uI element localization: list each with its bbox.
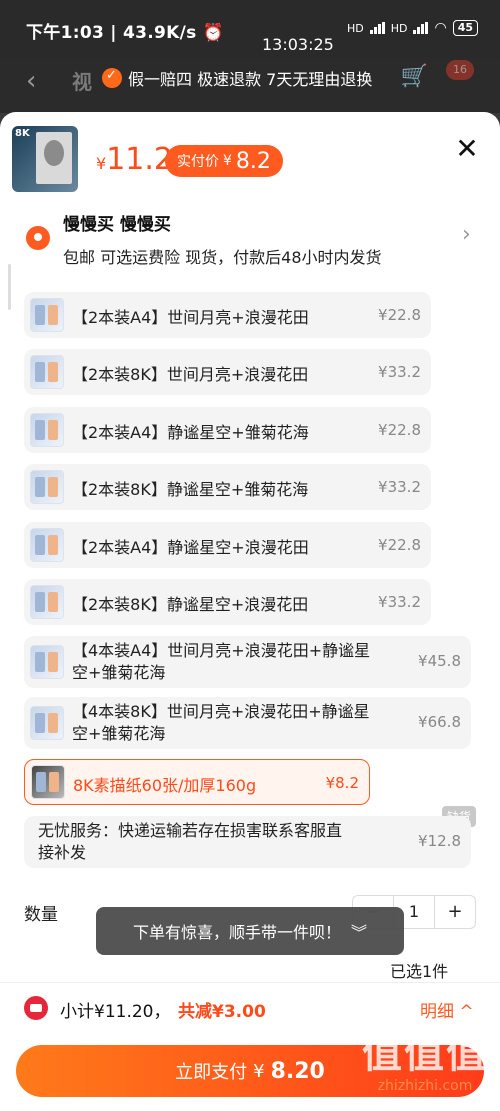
original-price: ¥11.2 (96, 142, 173, 177)
service-option[interactable]: 无忧服务：快递运输若存在损害联系客服直接补发 ¥12.8 (24, 816, 471, 868)
option-thumbnail (30, 413, 64, 447)
sku-option[interactable]: 【2本装8K】静谧星空+浪漫花田 ¥33.2 (24, 579, 431, 625)
product-thumbnail[interactable]: 8K (12, 126, 78, 192)
option-thumbnail (31, 765, 65, 799)
option-thumbnail (30, 645, 64, 679)
shield-check-icon (102, 68, 122, 88)
background-title: 视 (72, 70, 92, 94)
site-watermark: 值值值 zhizhizhi.com (362, 1031, 488, 1094)
back-icon[interactable]: ‹ (26, 66, 36, 96)
sku-option[interactable]: 【2本装A4】静谧星空+雏菊花海 ¥22.8 (24, 407, 431, 453)
guarantee-banner: 假一赔四 极速退款 7天无理由退换 (102, 66, 372, 90)
shipping-info: 包邮 可选运费险 现货，付款后48小时内发货 (63, 248, 382, 267)
selected-count: 已选1件 (390, 962, 449, 981)
sku-option[interactable]: 【2本装A4】静谧星空+浪漫花田 ¥22.8 (24, 522, 431, 568)
address-name: 慢慢买 慢慢买 (63, 215, 171, 235)
hd-label: HD (346, 21, 364, 35)
status-bar: 下午1:03 | 43.9K/s ⏰ 13:03:25 HD HD ◠ 45 (0, 0, 500, 58)
guarantee-text: 假一赔四 极速退款 7天无理由退换 (128, 70, 373, 89)
location-pin-icon (26, 226, 50, 250)
status-time-speed: 下午1:03 | 43.9K/s ⏰ (26, 23, 225, 43)
option-thumbnail (30, 298, 64, 332)
cart-badge: 16 (446, 60, 474, 80)
battery-icon: 45 (452, 20, 478, 36)
double-chevron-down-icon: ︾ (351, 923, 368, 942)
sku-option[interactable]: 【4本装8K】世间月亮+浪漫花田+静谧星空+雏菊花海 ¥66.8 (24, 697, 471, 749)
quantity-label: 数量 (24, 905, 58, 925)
sku-option-selected[interactable]: 8K素描纸60张/加厚160g ¥8.2 (24, 759, 370, 805)
option-thumbnail (30, 706, 64, 740)
discount-total: 共减¥3.00 (178, 1002, 266, 1022)
increment-button[interactable]: + (434, 896, 475, 928)
detail-toggle[interactable]: 明细 ^ (420, 997, 474, 1022)
close-button[interactable]: ✕ (452, 134, 482, 164)
sku-option[interactable]: 【2本装8K】世间月亮+浪漫花田 ¥33.2 (24, 349, 431, 395)
option-thumbnail (30, 355, 64, 389)
coupon-icon (24, 996, 48, 1020)
sku-option[interactable]: 【4本装A4】世间月亮+浪漫花田+静谧星空+雏菊花海 ¥45.8 (24, 636, 471, 688)
option-thumbnail (30, 585, 64, 619)
option-thumbnail (30, 528, 64, 562)
sku-option[interactable]: 【2本装A4】世间月亮+浪漫花田 ¥22.8 (24, 292, 431, 338)
option-thumbnail (30, 470, 64, 504)
status-icons: HD HD ◠ 45 (347, 20, 478, 36)
promo-toast[interactable]: 下单有惊喜，顺手带一件呗！ ︾ (96, 907, 404, 955)
paid-price-badge: 实付价 ¥ 8.2 (165, 145, 283, 177)
cart-icon[interactable]: 🛒 (401, 64, 428, 89)
sku-selector-sheet: 8K ¥11.2 实付价 ¥ 8.2 ✕ 慢慢买 慢慢买 包邮 可选运费险 现货… (0, 112, 500, 1111)
address-row[interactable]: 慢慢买 慢慢买 包邮 可选运费险 现货，付款后48小时内发货 › (0, 208, 500, 278)
scroll-indicator (8, 264, 11, 310)
hd-label-2: HD (390, 21, 408, 35)
toast-text: 下单有惊喜，顺手带一件呗！ (132, 923, 341, 942)
wifi-icon: ◠ (434, 20, 447, 36)
signal-icon (369, 22, 385, 34)
background-header: ‹ 视 假一赔四 极速退款 7天无理由退换 🛒 16 (0, 58, 500, 113)
subtotal: 小计¥11.20， (60, 1002, 171, 1022)
signal-icon-2 (413, 22, 429, 34)
chevron-right-icon: › (462, 222, 471, 247)
sku-option[interactable]: 【2本装8K】静谧星空+雏菊花海 ¥33.2 (24, 464, 431, 510)
floating-clock: 13:03:25 (262, 35, 334, 54)
